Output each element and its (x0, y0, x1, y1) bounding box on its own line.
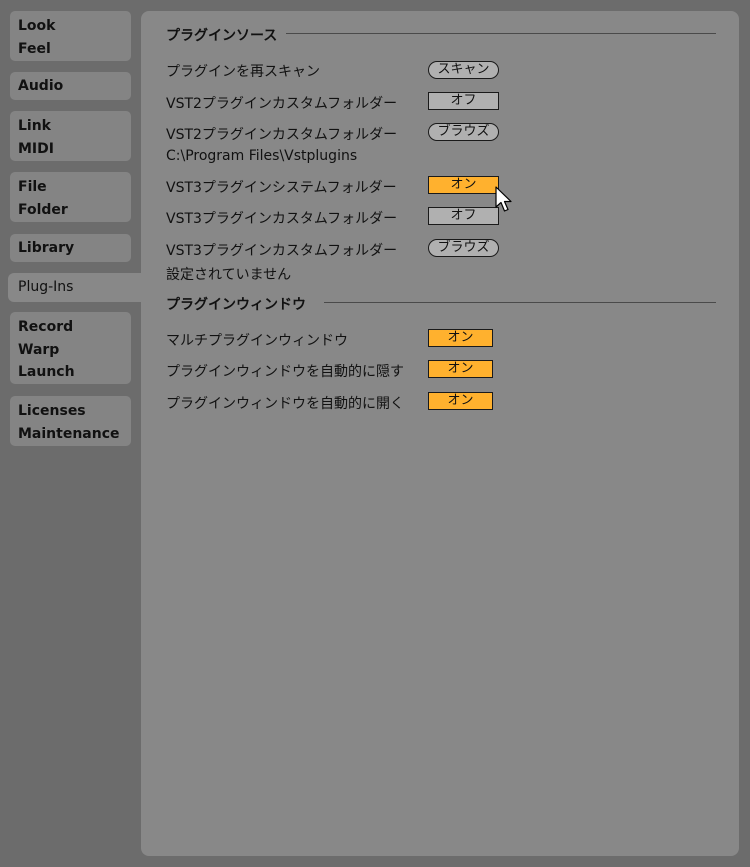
tab-label: Maintenance (18, 425, 120, 442)
vst2-custom-folder-browse-label: VST2プラグインカスタムフォルダー (166, 127, 398, 143)
tab-record-warp-launch[interactable]: Record Warp Launch (10, 312, 131, 384)
tab-label: Record (18, 319, 74, 335)
rescan-label: プラグインを再スキャン (166, 64, 320, 80)
tab-label: Feel (18, 40, 51, 57)
tab-plug-ins[interactable]: Plug-Ins (8, 273, 148, 302)
vst3-custom-folder-label: VST3プラグインカスタムフォルダー (166, 211, 398, 227)
tab-label: File (18, 179, 47, 195)
tab-audio[interactable]: Audio (10, 72, 131, 100)
mouse-cursor-icon (495, 186, 512, 212)
tab-link-midi[interactable]: Link MIDI (10, 111, 131, 161)
tab-label: Licenses (18, 403, 86, 419)
tab-file-folder[interactable]: File Folder (10, 172, 131, 222)
vst3-custom-folder-browse-label: VST3プラグインカスタムフォルダー (166, 243, 398, 259)
auto-open-toggle[interactable]: オン (428, 392, 493, 410)
preferences-panel: プラグインソース プラグインを再スキャン スキャン VST2プラグインカスタムフ… (141, 11, 739, 856)
multi-window-toggle[interactable]: オン (428, 329, 493, 347)
tab-label: Look (18, 18, 56, 34)
tab-label: Audio (18, 78, 64, 94)
vst2-browse-button[interactable]: ブラウズ (428, 123, 499, 141)
scan-button[interactable]: スキャン (428, 61, 499, 79)
vst2-custom-folder-label: VST2プラグインカスタムフォルダー (166, 96, 398, 112)
section-header-plugin-windows: プラグインウィンドウ (166, 297, 306, 313)
tab-label: Library (18, 240, 75, 256)
section-divider (286, 33, 716, 34)
vst2-custom-folder-path: C:\Program Files\Vstplugins (166, 148, 358, 164)
vst3-custom-folder-toggle[interactable]: オフ (428, 207, 499, 225)
section-divider (324, 302, 716, 303)
vst3-custom-folder-path: 設定されていません (166, 267, 292, 283)
tab-label: Launch (18, 364, 75, 380)
tab-library[interactable]: Library (10, 234, 131, 262)
auto-hide-label: プラグインウィンドウを自動的に隠す (166, 364, 404, 380)
vst2-custom-folder-toggle[interactable]: オフ (428, 92, 499, 110)
auto-hide-toggle[interactable]: オン (428, 360, 493, 378)
vst3-system-folder-label: VST3プラグインシステムフォルダー (166, 180, 397, 196)
tab-label: MIDI (18, 140, 54, 157)
tab-label: Folder (18, 201, 68, 218)
tab-licenses-maintenance[interactable]: Licenses Maintenance (10, 396, 131, 446)
vst3-browse-button[interactable]: ブラウズ (428, 239, 499, 257)
tab-label: Warp (18, 341, 60, 358)
vst3-system-folder-toggle[interactable]: オン (428, 176, 499, 194)
section-header-plugin-sources: プラグインソース (166, 28, 278, 44)
tab-look-feel[interactable]: Look Feel (10, 11, 131, 61)
multi-window-label: マルチプラグインウィンドウ (166, 333, 348, 349)
tab-label: Plug-Ins (18, 279, 74, 295)
auto-open-label: プラグインウィンドウを自動的に開く (166, 396, 404, 412)
tab-label: Link (18, 118, 51, 134)
